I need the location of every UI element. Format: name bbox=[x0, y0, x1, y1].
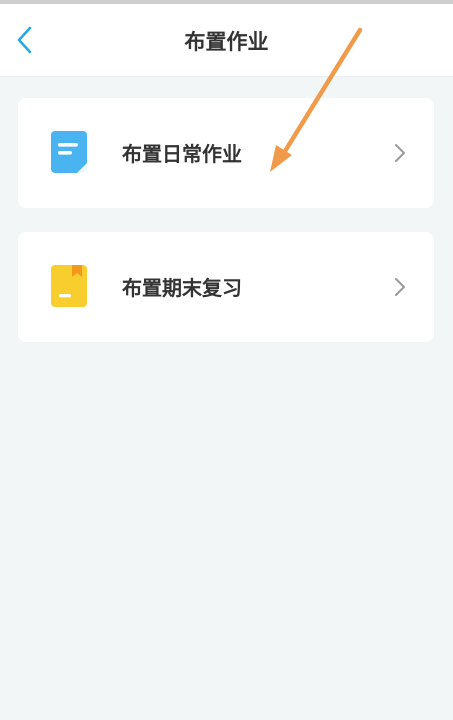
book-icon bbox=[50, 264, 88, 308]
chevron-right-icon bbox=[395, 144, 405, 162]
chevron-right-icon bbox=[395, 278, 405, 296]
header-bar: 布置作业 bbox=[0, 4, 453, 77]
assign-final-review-item[interactable]: 布置期末复习 bbox=[18, 232, 434, 342]
assign-daily-homework-item[interactable]: 布置日常作业 bbox=[18, 98, 434, 208]
document-icon bbox=[50, 130, 88, 174]
assign-final-review-label: 布置期末复习 bbox=[122, 276, 242, 300]
assign-daily-homework-label: 布置日常作业 bbox=[122, 142, 242, 166]
page-title: 布置作业 bbox=[184, 30, 269, 54]
